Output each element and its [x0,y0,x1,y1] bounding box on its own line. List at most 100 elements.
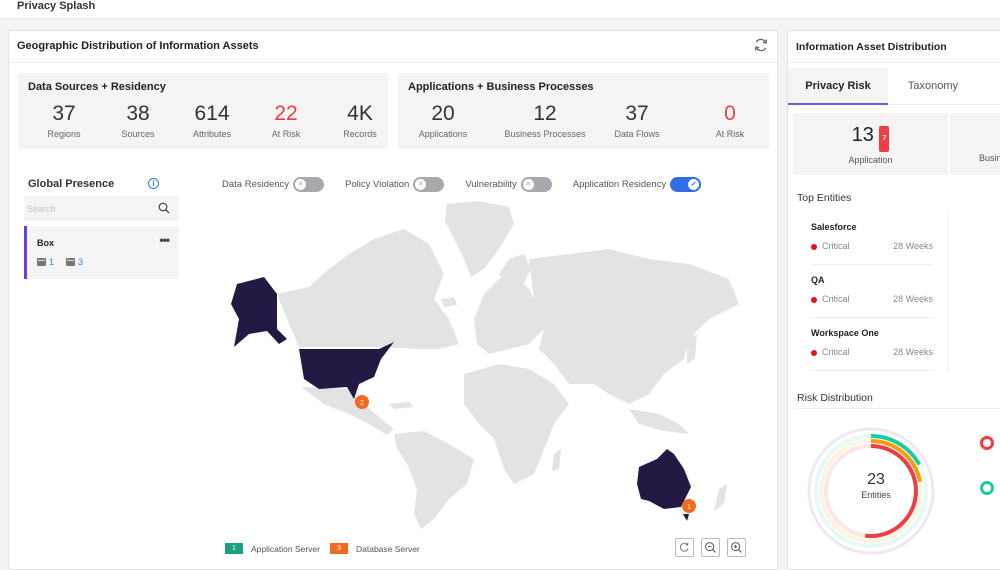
kpi-label: Busin [979,153,1000,163]
zoom-out-icon[interactable] [701,538,720,557]
list-item[interactable]: Workspace One Critical 28 Weeks [811,319,933,371]
info-icon[interactable]: i [148,178,159,189]
check-icon: ✓ [688,179,700,190]
stat-value: 0 [724,102,736,125]
legend-low-icon [980,481,994,495]
zoom-in-icon[interactable] [727,538,746,557]
stat-label: Applications [418,129,468,139]
toggle-policy-violation: Policy Violation ✕ [345,177,445,192]
card-title: Data Sources + Residency [28,81,166,93]
region-mexico [301,387,394,435]
list-item[interactable]: Salesforce Critical 28 Weeks [811,213,933,265]
entity-age: 28 Weeks [893,294,933,304]
legend-swatch: 1 [225,543,243,554]
stat-label: Data Flows [614,129,660,139]
count: 1 [49,257,55,267]
world-map[interactable]: 2 1 [209,199,749,529]
stat-applications[interactable]: 20 Applications [398,102,488,139]
legend-swatch: 3 [329,543,348,554]
region-australia [637,449,691,509]
data-residency-switch[interactable]: ✕ [293,177,325,192]
risk-badge: 7 [879,126,890,152]
marker-count: 1 [687,504,691,511]
entity-name: Workspace One [811,328,879,338]
legend-label: Application Server [251,543,320,554]
top-entities-list: Salesforce Critical 28 Weeks QA Critical… [798,213,948,373]
top-bar: Privacy Splash [0,0,1000,19]
stat-label: Records [343,129,377,139]
region-south-america [394,431,474,529]
x-icon: ✕ [522,179,534,190]
legend-database-server: 3 Database Server [329,543,420,554]
applications-business-processes-card: Applications + Business Processes 20 App… [398,73,769,149]
divider [793,408,1000,409]
legend-application-server: 1 Application Server [225,543,320,554]
entity-severity: Critical [822,294,850,304]
app-server-count: 1 [37,257,54,267]
top-entities-title: Top Entities [797,192,852,204]
application-residency-switch[interactable]: ✓ [670,177,702,192]
panel-header: Information Asset Distribution [788,31,1000,63]
legend-critical-icon [980,436,994,450]
toggle-label: Vulnerability [465,179,517,190]
list-item[interactable]: Box ••• 1 3 [24,226,179,279]
marker-count: 2 [360,400,364,407]
count: 3 [78,257,84,267]
severity-dot-icon [811,244,817,250]
kpi-label: Application [848,155,893,165]
stat-data-flows[interactable]: 37 Data Flows [592,102,682,139]
entity-name: QA [811,275,825,285]
toggle-label: Data Residency [222,179,290,190]
global-presence-title: Global Presence [28,178,115,190]
stat-records[interactable]: 4K Records [315,102,405,139]
kpi-value: 13 [851,124,874,146]
vulnerability-switch[interactable]: ✕ [520,177,552,192]
toggle-label: Policy Violation [345,179,410,190]
application-server-icon [37,258,46,266]
stat-value: 4K [347,102,373,125]
tab-taxonomy[interactable]: Taxonomy [888,68,978,105]
entity-age: 28 Weeks [893,347,933,357]
toggle-data-residency: Data Residency ✕ [222,177,325,192]
risk-distribution-title: Risk Distribution [797,392,873,404]
total-entities: 23 [867,471,885,488]
stat-at-risk[interactable]: 0 At Risk [685,102,775,139]
legend-label: Database Server [355,543,420,554]
donut-center: 23 Entities [836,471,916,500]
card-title: Applications + Business Processes [408,81,594,93]
refresh-icon[interactable] [753,37,769,53]
severity-dot-icon [811,297,817,303]
search-input[interactable] [24,196,144,221]
tab-bar: Privacy Risk Taxonomy [788,68,1000,105]
db-server-count: 3 [66,257,83,267]
list-item[interactable]: QA Critical 28 Weeks [811,266,933,318]
entity-name: Salesforce [811,222,857,232]
stat-business-processes[interactable]: 12 Business Processes [490,102,600,139]
toggle-label: Application Residency [572,179,667,190]
map-filter-toggles: Data Residency ✕ Policy Violation ✕ Vuln… [222,177,722,192]
tab-privacy-risk[interactable]: Privacy Risk [788,68,888,105]
data-sources-residency-card: Data Sources + Residency 37 Regions 38 S… [18,73,388,149]
policy-violation-switch[interactable]: ✕ [413,177,445,192]
entity-severity: Critical [822,347,850,357]
x-icon: ✕ [295,179,307,190]
search-icon[interactable] [158,202,170,214]
information-asset-distribution-panel: Information Asset Distribution Privacy R… [787,30,1000,570]
stat-value: 12 [533,102,557,125]
item-name: Box [37,238,55,248]
panel-title: Geographic Distribution of Information A… [17,40,259,52]
region-alaska [231,277,287,347]
more-options-icon[interactable]: ••• [159,233,170,247]
toggle-vulnerability: Vulnerability ✕ [465,177,552,192]
severity-dot-icon [811,350,817,356]
reset-map-icon[interactable] [675,538,694,557]
kpi-business[interactable]: Busin [950,113,1000,175]
entity-age: 28 Weeks [893,241,933,251]
stat-label: Business Processes [504,129,586,139]
total-label: Entities [861,490,891,500]
region-canada [277,229,459,349]
kpi-application[interactable]: 13 7 Application [793,113,948,175]
toggle-application-residency: Application Residency ✓ [572,177,702,192]
panel-header: Geographic Distribution of Information A… [9,31,777,63]
region-asia [529,249,739,404]
